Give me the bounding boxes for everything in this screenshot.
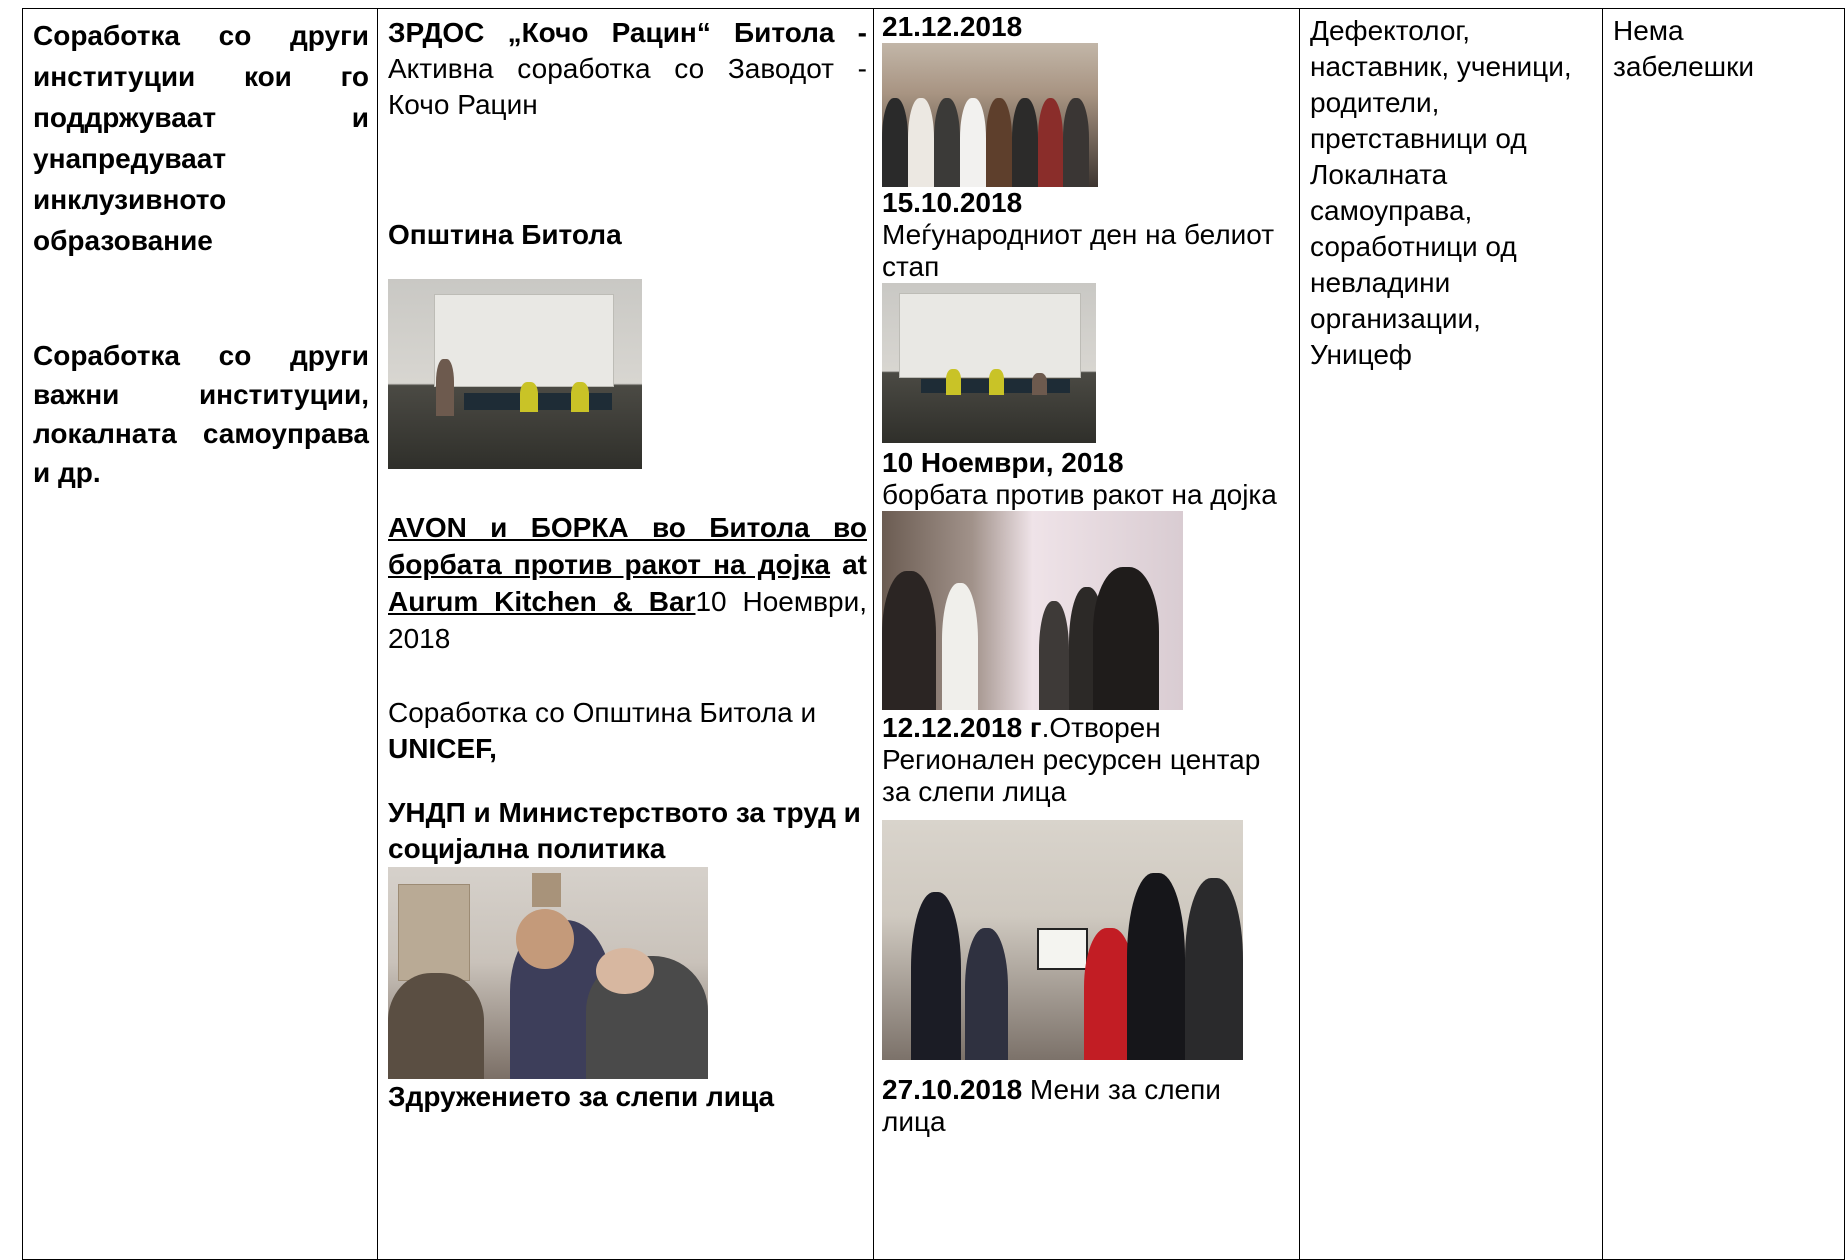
event-5-paragraph: 27.10.2018 Мени за слепи лица [882, 1074, 1291, 1138]
group-photo [882, 43, 1098, 187]
area-heading-1: Соработка со други институции кои го под… [33, 20, 369, 256]
date-cell: 21.12.2018 15.10.2018 Меѓународниот ден … [873, 8, 1300, 1260]
participants-text: Дефектолог, наставник, ученици, родители… [1310, 15, 1572, 370]
resource-center-photo [882, 820, 1243, 1060]
event-date-5: 27.10.2018 [882, 1074, 1023, 1105]
event-text-2: Меѓународниот ден на белиот стап [882, 219, 1275, 282]
zrdos-text: Активна соработка со Заводот - Кочо Раци… [388, 53, 867, 120]
event-text-3: борбата против ракот на дојка [882, 479, 1277, 510]
unicef-text: UNICEF, [388, 733, 497, 764]
table-row: Соработка со други институции кои го под… [22, 8, 1845, 1260]
cooperation-paragraph: Соработка со Општина Битола и UNICEF, [388, 695, 867, 767]
participants-cell: Дефектолог, наставник, ученици, родители… [1299, 8, 1603, 1260]
event-4-paragraph: 12.12.2018 г.Отворен Регионален ресурсен… [882, 712, 1291, 808]
activities-table: Соработка со други институции кои го под… [22, 8, 1845, 1260]
breast-cancer-photo [882, 511, 1183, 710]
zrdos-name: ЗРДОС „Кочо Рацин“ Битола - [388, 17, 867, 48]
avon-at: at [829, 549, 867, 580]
zrdos-paragraph: ЗРДОС „Кочо Рацин“ Битола - Активна сора… [388, 15, 867, 123]
undp-paragraph: УНДП и Министерството за труд и социјалн… [388, 797, 861, 864]
cooperation-text: Соработка со Општина Битола и [388, 697, 817, 728]
notes-text: Нема забелешки [1613, 15, 1755, 82]
avon-event-link[interactable]: AVON и БОРКА во Битола во борбата против… [388, 512, 867, 580]
event-date-3: 10 Ноември, 2018 [882, 447, 1124, 478]
avon-venue-link[interactable]: Aurum Kitchen & Bar [388, 586, 695, 617]
area-cell: Соработка со други институции кои го под… [22, 8, 378, 1260]
event-date-4: 12.12.2018 г [882, 712, 1042, 743]
notes-cell: Нема забелешки [1602, 8, 1845, 1260]
area-heading-2: Соработка со други важни институции, лок… [33, 340, 369, 488]
white-cane-photo [882, 283, 1096, 443]
conference-photo [388, 279, 642, 469]
event-date-1: 21.12.2018 [882, 11, 1023, 42]
association-caption: Здружението за слепи лица [388, 1081, 775, 1112]
municipality-heading: Општина Битола [388, 219, 622, 250]
institution-cell: ЗРДОС „Кочо Рацин“ Битола - Активна сора… [377, 8, 874, 1260]
document-page: Соработка со други институции кои го под… [0, 0, 1845, 1260]
event-date-2: 15.10.2018 [882, 187, 1023, 218]
association-photo [388, 867, 708, 1079]
avon-paragraph: AVON и БОРКА во Битола во борбата против… [388, 509, 867, 657]
